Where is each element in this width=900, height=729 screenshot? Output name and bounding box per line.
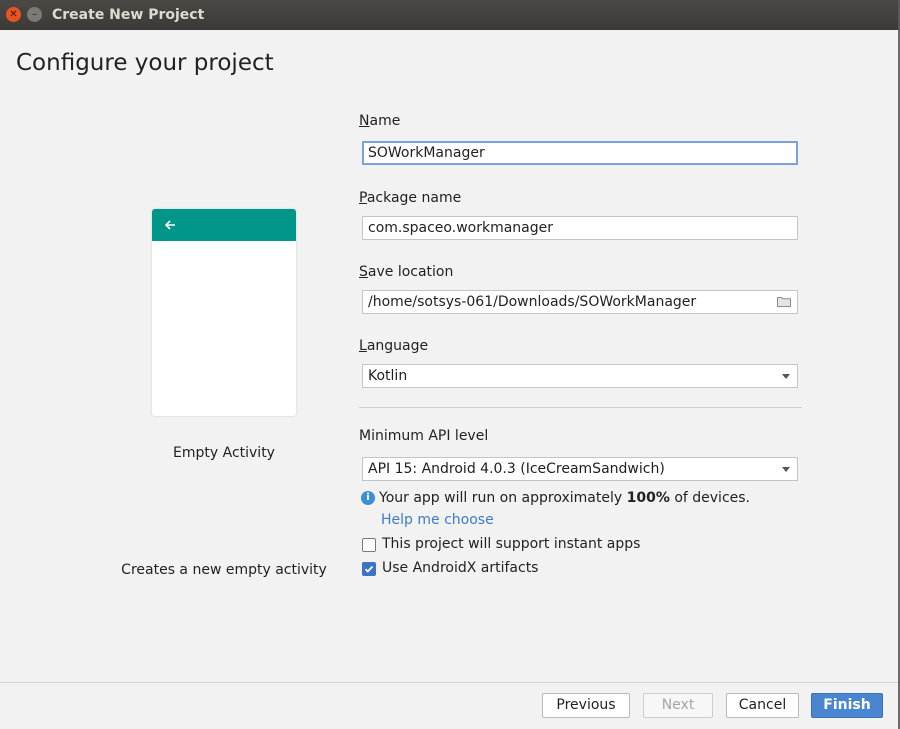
help-me-choose-link[interactable]: Help me choose [381, 512, 494, 528]
package-name-label: Package name [359, 190, 462, 206]
min-api-label: Minimum API level [359, 428, 489, 444]
chevron-down-icon [782, 467, 790, 472]
info-icon: i [361, 491, 375, 505]
instant-apps-label[interactable]: This project will support instant apps [382, 536, 640, 552]
save-location-label: Save location [359, 264, 454, 280]
min-api-value: API 15: Android 4.0.3 (IceCreamSandwich) [368, 461, 665, 477]
close-icon[interactable]: ✕ [6, 7, 21, 22]
template-description: Creates a new empty activity [121, 562, 327, 578]
page-title: Configure your project [16, 50, 274, 76]
back-arrow-icon [164, 220, 175, 230]
name-label: Name [359, 113, 401, 129]
window-title: Create New Project [52, 7, 205, 23]
device-coverage-text: Your app will run on approximately 100% … [379, 490, 750, 506]
name-input[interactable]: SOWorkManager [362, 141, 798, 165]
preview-toolbar [152, 209, 296, 241]
androidx-label[interactable]: Use AndroidX artifacts [382, 560, 538, 576]
cancel-button[interactable]: Cancel [726, 693, 799, 718]
min-api-select[interactable]: API 15: Android 4.0.3 (IceCreamSandwich) [362, 457, 798, 481]
window-titlebar: ✕ – Create New Project [0, 0, 900, 30]
language-value: Kotlin [368, 368, 408, 384]
save-location-input[interactable]: /home/sotsys-061/Downloads/SOWorkManager [362, 290, 798, 314]
template-name: Empty Activity [173, 445, 275, 461]
androidx-checkbox[interactable] [362, 562, 376, 576]
finish-button[interactable]: Finish [811, 693, 883, 718]
activity-preview [152, 209, 296, 416]
language-select[interactable]: Kotlin [362, 364, 798, 388]
package-name-input[interactable]: com.spaceo.workmanager [362, 216, 798, 240]
save-location-value: /home/sotsys-061/Downloads/SOWorkManager [368, 294, 697, 310]
language-label: Language [359, 338, 429, 354]
section-divider [359, 407, 802, 408]
footer-divider [0, 682, 900, 683]
chevron-down-icon [782, 374, 790, 379]
checkmark-icon [364, 565, 374, 573]
previous-button[interactable]: Previous [542, 693, 630, 718]
next-button[interactable]: Next [643, 693, 713, 718]
folder-icon[interactable] [777, 296, 791, 307]
instant-apps-checkbox[interactable] [362, 538, 376, 552]
minimize-icon[interactable]: – [27, 7, 42, 22]
